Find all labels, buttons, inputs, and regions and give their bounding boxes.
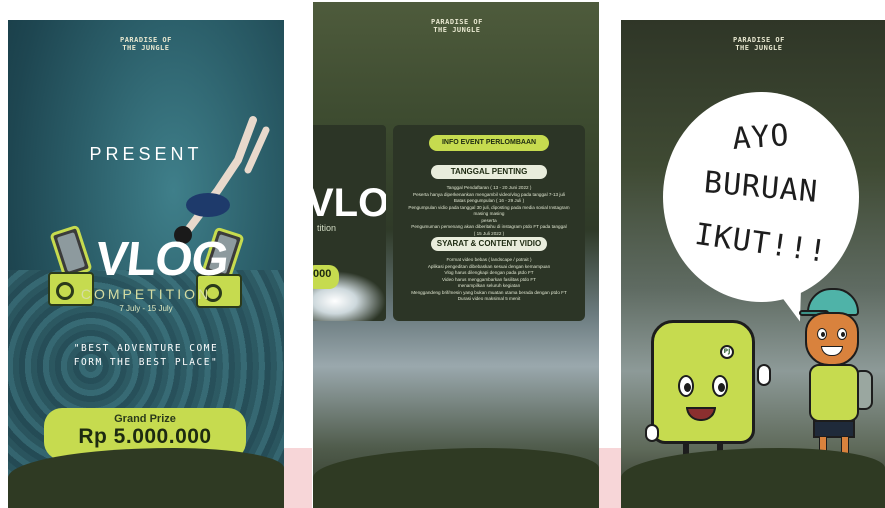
previous-slide-card: VLOG tition 000 — [313, 125, 386, 321]
list-item: Pengumuman pemenang akan diberitahu di i… — [411, 224, 567, 229]
mascot-badge: PJ — [720, 345, 734, 359]
ground-shape — [313, 448, 599, 508]
mascot-side-hand — [645, 424, 659, 442]
boy-face — [805, 312, 859, 366]
story-panel-vlog-competition[interactable]: PARADISE OF THE JUNGLE PRESENT VLOG COMP… — [8, 20, 284, 508]
list-item: Pengumpulan vidio pada tanggal 30 juli, … — [408, 204, 570, 217]
previous-slide-title: VLOG — [313, 181, 386, 225]
story-panel-call-to-action[interactable]: PARADISE OF THE JUNGLE AYO BURUAN IKUT!!… — [621, 20, 885, 508]
brand-logo: PARADISE OF THE JUNGLE — [120, 36, 172, 52]
vlog-title: VLOG — [93, 233, 231, 286]
requirements-list: Format video bebas ( landscape / potrait… — [403, 257, 575, 303]
mascot-eye-right — [712, 375, 728, 397]
brand-logo: PARADISE OF THE JUNGLE — [733, 36, 785, 52]
mascot-eye-left — [678, 375, 694, 397]
previous-slide-subtitle: tition — [317, 223, 337, 233]
list-item: Durasi video maksimal 5 menit — [457, 296, 521, 301]
story-panel-event-info[interactable]: PARADISE OF THE JUNGLE VLOG tition 000 I… — [313, 2, 599, 508]
ground-shape — [621, 448, 885, 508]
brand-logo: PARADISE OF THE JUNGLE — [431, 18, 483, 34]
present-text: PRESENT — [89, 144, 203, 164]
competition-subtitle: COMPETITION — [80, 286, 212, 302]
boy-smile — [821, 346, 843, 356]
life-vest-mascot: PJ — [651, 320, 755, 444]
event-dates: 7 July - 15 July — [119, 304, 173, 313]
section-important-dates: TANGGAL PENTING — [431, 165, 547, 179]
boy-body — [809, 364, 859, 422]
prize-label: Grand Prize — [114, 413, 176, 425]
boy-eye-left — [817, 328, 827, 340]
section-requirements: SYARAT & CONTENT VIDIO — [431, 237, 547, 251]
ground-shape — [8, 448, 284, 508]
boy-eye-right — [837, 328, 847, 340]
info-header: INFO EVENT PERLOMBAAN — [429, 135, 549, 151]
mascot-waving-hand — [757, 364, 771, 386]
event-info-card: INFO EVENT PERLOMBAAN TANGGAL PENTING Ta… — [393, 125, 585, 321]
previous-slide-prize-chip: 000 — [313, 265, 339, 289]
important-dates-list: Tanggal Pendaftaran ( 13 - 20 Juni 2022 … — [403, 185, 575, 237]
prize-amount: Rp 5.000.000 — [78, 425, 212, 448]
tagline: "BEST ADVENTURE COME FORM THE BEST PLACE… — [73, 343, 219, 368]
mascot-mouth — [686, 407, 716, 421]
